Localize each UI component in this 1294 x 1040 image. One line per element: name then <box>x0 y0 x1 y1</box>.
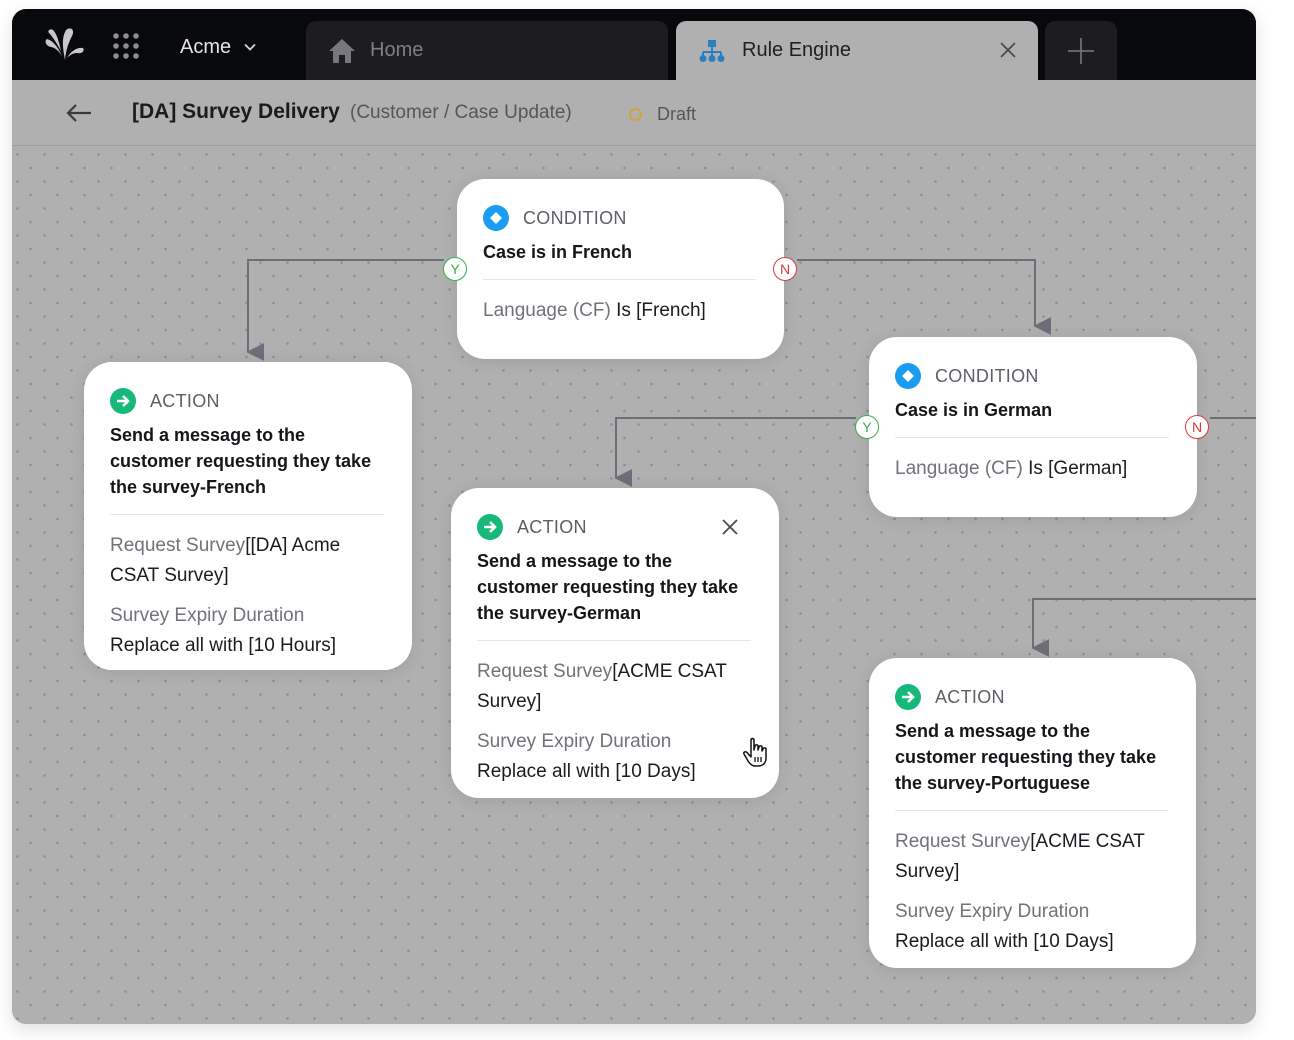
node-title: Case is in German <box>895 400 1053 420</box>
action-field-row: Survey Expiry Duration Replace all with … <box>895 897 1170 957</box>
yes-branch-handle[interactable]: Y <box>855 415 879 439</box>
node-kind-label: ACTION <box>150 390 220 411</box>
field-value: Replace all with [10 Hours] <box>110 635 336 656</box>
condition-value: Is [French] <box>616 300 706 321</box>
field-value: Replace all with [10 Days] <box>895 931 1114 952</box>
node-kind-label: CONDITION <box>935 365 1039 386</box>
page-title: [DA] Survey Delivery <box>132 100 340 123</box>
arrow-left-icon[interactable] <box>64 101 94 125</box>
status-dot-icon <box>629 108 642 121</box>
field-label: Request Survey <box>895 831 1031 852</box>
connector-french-no <box>797 259 1052 335</box>
field-label: Survey Expiry Duration <box>110 605 305 626</box>
tab-home[interactable]: Home <box>306 21 668 80</box>
close-tab-icon[interactable] <box>998 40 1018 60</box>
node-title: Send a message to the customer requestin… <box>110 425 372 497</box>
field-label: Request Survey <box>477 661 613 682</box>
condition-diamond-icon <box>895 363 921 389</box>
condition-value: Is [German] <box>1028 458 1128 479</box>
node-title: Case is in French <box>483 242 633 262</box>
field-label: Survey Expiry Duration <box>895 901 1090 922</box>
action-node-portuguese[interactable]: ACTION Send a message to the customer re… <box>869 658 1196 968</box>
page-header: [DA] Survey Delivery (Customer / Case Up… <box>12 80 1256 146</box>
connector-german-yes <box>614 417 856 487</box>
app-window: Acme Home Rule Engine [DA] Survey Delive… <box>12 9 1256 1024</box>
condition-field: Language (CF) <box>895 458 1023 479</box>
action-field-row: Request Survey[ACME CSAT Survey] <box>895 827 1170 887</box>
node-kind-label: ACTION <box>935 686 1005 707</box>
condition-diamond-icon <box>483 205 509 231</box>
status-label: Draft <box>657 104 697 124</box>
action-node-german[interactable]: ACTION Send a message to the customer re… <box>451 488 779 798</box>
hand-pointer-cursor-icon <box>743 737 767 767</box>
action-field-row: Survey Expiry Duration Replace all with … <box>110 601 386 661</box>
field-value: Replace all with [10 Days] <box>477 761 696 782</box>
hierarchy-icon <box>699 39 725 62</box>
tab-rule-engine-label: Rule Engine <box>742 39 851 61</box>
tab-rule-engine[interactable]: Rule Engine <box>676 21 1038 80</box>
node-divider <box>110 514 384 515</box>
org-switcher[interactable]: Acme <box>180 33 257 61</box>
no-branch-handle[interactable]: N <box>773 257 797 281</box>
new-tab-button[interactable] <box>1045 21 1117 80</box>
node-divider <box>895 810 1168 811</box>
chevron-down-icon <box>244 43 256 51</box>
action-arrow-icon <box>110 388 136 414</box>
action-field-row: Survey Expiry Duration Replace all with … <box>477 727 753 787</box>
grid-apps-icon[interactable] <box>111 31 141 61</box>
page-subtitle: (Customer / Case Update) <box>350 102 572 123</box>
action-arrow-icon <box>895 684 921 710</box>
connector-portuguese-in <box>1031 598 1256 657</box>
condition-field: Language (CF) <box>483 300 611 321</box>
home-icon <box>329 38 355 63</box>
action-node-french[interactable]: ACTION Send a message to the customer re… <box>84 362 412 670</box>
condition-node-german[interactable]: CONDITION Case is in German Language (CF… <box>869 337 1197 517</box>
action-field-row: Request Survey[ACME CSAT Survey] <box>477 657 753 717</box>
node-kind-label: ACTION <box>517 516 587 537</box>
rule-canvas[interactable]: CONDITION Case is in French Language (CF… <box>12 147 1256 1024</box>
node-kind-label: CONDITION <box>523 207 627 228</box>
close-icon[interactable] <box>721 518 739 536</box>
action-arrow-icon <box>477 514 503 540</box>
connector-french-yes <box>246 259 444 361</box>
node-title: Send a message to the customer requestin… <box>895 721 1157 793</box>
field-label: Request Survey <box>110 535 246 556</box>
condition-node-french[interactable]: CONDITION Case is in French Language (CF… <box>457 179 784 359</box>
node-divider <box>895 437 1169 438</box>
top-bar: Acme Home Rule Engine <box>12 9 1256 80</box>
action-field-row: Request Survey[[DA] Acme CSAT Survey] <box>110 531 386 591</box>
no-branch-handle[interactable]: N <box>1185 415 1209 439</box>
status-badge: Draft <box>629 104 696 125</box>
node-divider <box>483 279 756 280</box>
plus-icon <box>1068 37 1094 64</box>
node-title: Send a message to the customer requestin… <box>477 551 739 623</box>
yes-branch-handle[interactable]: Y <box>443 257 467 281</box>
brand-logo-icon[interactable] <box>44 27 86 61</box>
org-name: Acme <box>180 35 232 58</box>
node-divider <box>477 640 751 641</box>
field-label: Survey Expiry Duration <box>477 731 672 752</box>
tab-home-label: Home <box>370 39 424 61</box>
